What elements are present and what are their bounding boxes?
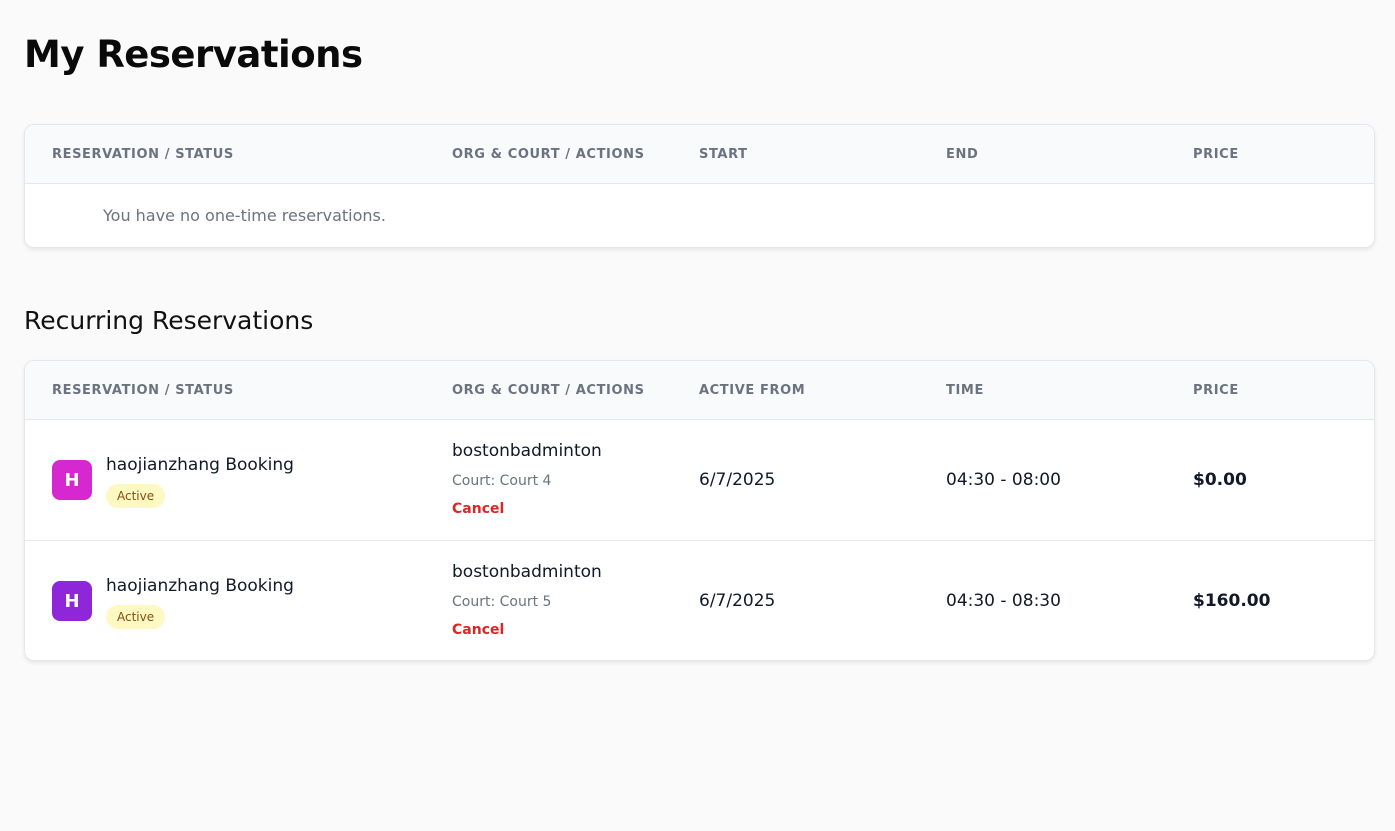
time-range: 04:30 - 08:30	[946, 591, 1061, 611]
column-header-reservation-status: Reservation / Status	[52, 383, 234, 398]
reservation-name: haojianzhang Booking	[106, 576, 294, 596]
column-header-org-court-actions: Org & Court / Actions	[452, 147, 645, 162]
status-badge: Active	[106, 605, 166, 629]
cancel-button[interactable]: Cancel	[452, 622, 504, 638]
avatar: H	[52, 460, 92, 500]
price-value: $0.00	[1193, 470, 1247, 490]
reservation-name: haojianzhang Booking	[106, 455, 294, 475]
column-header-org-court-actions: Org & Court / Actions	[452, 383, 645, 398]
table-header: Reservation / Status Org & Court / Actio…	[25, 125, 1374, 184]
court-name: Court: Court 4	[452, 473, 552, 489]
page: My Reservations Reservation / Status Org…	[0, 0, 1395, 831]
court-name: Court: Court 5	[452, 594, 552, 610]
table-header: Reservation / Status Org & Court / Actio…	[25, 361, 1374, 420]
empty-state-message: You have no one-time reservations.	[103, 206, 386, 225]
column-header-price: Price	[1193, 147, 1239, 162]
active-from-date: 6/7/2025	[699, 591, 776, 611]
active-from-date: 6/7/2025	[699, 470, 776, 490]
cancel-button[interactable]: Cancel	[452, 501, 504, 517]
empty-state-row: You have no one-time reservations.	[25, 184, 1374, 247]
column-header-start: Start	[699, 147, 748, 162]
column-header-reservation-status: Reservation / Status	[52, 147, 234, 162]
avatar: H	[52, 581, 92, 621]
org-name: bostonbadminton	[452, 441, 602, 461]
org-name: bostonbadminton	[452, 562, 602, 582]
column-header-price: Price	[1193, 383, 1239, 398]
one-time-reservations-table: Reservation / Status Org & Court / Actio…	[24, 124, 1375, 248]
table-row: H haojianzhang Booking Active bostonbadm…	[25, 540, 1374, 660]
page-title: My Reservations	[24, 33, 363, 76]
price-value: $160.00	[1193, 591, 1271, 611]
column-header-time: Time	[946, 383, 984, 398]
column-header-active-from: Active From	[699, 383, 806, 398]
column-header-end: End	[946, 147, 979, 162]
time-range: 04:30 - 08:00	[946, 470, 1061, 490]
recurring-reservations-table: Reservation / Status Org & Court / Actio…	[24, 360, 1375, 661]
table-row: H haojianzhang Booking Active bostonbadm…	[25, 420, 1374, 540]
recurring-section-title: Recurring Reservations	[24, 306, 314, 335]
status-badge: Active	[106, 484, 166, 508]
